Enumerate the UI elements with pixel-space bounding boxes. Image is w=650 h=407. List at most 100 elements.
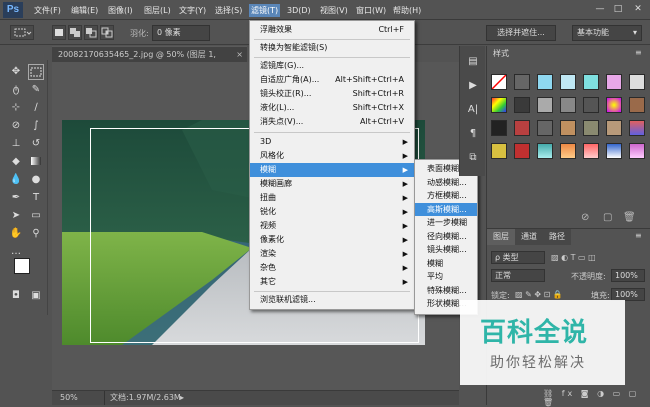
menu-edit[interactable]: 编辑(E) bbox=[69, 4, 100, 17]
style-swatch[interactable] bbox=[560, 120, 576, 136]
style-swatch[interactable] bbox=[629, 74, 645, 90]
select-and-mask-button[interactable]: 选择并遮住... bbox=[486, 25, 556, 41]
style-swatch[interactable] bbox=[514, 120, 530, 136]
style-swatch[interactable] bbox=[560, 97, 576, 113]
style-swatch[interactable] bbox=[583, 97, 599, 113]
blur-tool-icon[interactable]: 💧 bbox=[8, 172, 24, 188]
minimize-button[interactable]: — bbox=[592, 3, 608, 16]
menu-view[interactable]: 视图(V) bbox=[318, 4, 350, 17]
history-panel-icon[interactable]: ▤ bbox=[465, 54, 481, 70]
filter-item-stylize[interactable]: 风格化 ▶ bbox=[250, 149, 414, 163]
blur-item-motion[interactable]: 动感模糊... bbox=[415, 176, 477, 190]
blur-item-gaussian[interactable]: 高斯模糊... bbox=[415, 202, 477, 216]
quick-mask-icon[interactable]: ◘ bbox=[8, 288, 24, 304]
history-brush-icon[interactable]: ↺ bbox=[28, 136, 44, 152]
menu-image[interactable]: 图像(I) bbox=[106, 4, 135, 17]
shape-tool-icon[interactable]: ▭ bbox=[28, 208, 44, 224]
layer-footer-icons[interactable]: ⛓ fx ◙ ◑ ▭ ▢ 🗑 bbox=[543, 389, 650, 407]
style-swatch[interactable] bbox=[491, 120, 507, 136]
move-tool-icon[interactable]: ✥ bbox=[8, 64, 24, 80]
filter-item-other[interactable]: 其它 ▶ bbox=[250, 275, 414, 289]
filter-item-adaptive-wide[interactable]: 自适应广角(A)... Alt+Shift+Ctrl+A bbox=[250, 73, 414, 87]
panel-menu-icon[interactable]: ≡ bbox=[635, 231, 642, 240]
lock-icons[interactable]: ▨ ✎ ✥ ⊡ 🔒 bbox=[515, 290, 563, 299]
close-tab-icon[interactable]: × bbox=[236, 47, 243, 63]
character-panel-icon[interactable]: A| bbox=[465, 102, 481, 118]
style-swatch[interactable] bbox=[583, 143, 599, 159]
blur-item-average[interactable]: 平均 bbox=[415, 270, 477, 284]
style-swatch[interactable] bbox=[537, 143, 553, 159]
tab-paths[interactable]: 路径 bbox=[543, 229, 571, 245]
filter-item-vanishing-point[interactable]: 消失点(V)... Alt+Ctrl+V bbox=[250, 115, 414, 129]
filter-item-lens-correction[interactable]: 镜头校正(R)... Shift+Ctrl+R bbox=[250, 87, 414, 101]
marquee-tool-icon[interactable] bbox=[28, 64, 44, 80]
eraser-tool-icon[interactable]: ◆ bbox=[8, 154, 24, 170]
hand-tool-icon[interactable]: ✋ bbox=[8, 226, 24, 242]
style-swatch[interactable] bbox=[583, 120, 599, 136]
style-swatch[interactable] bbox=[537, 74, 553, 90]
foreground-color-swatch[interactable] bbox=[14, 258, 30, 274]
blur-item-more[interactable]: 进一步模糊 bbox=[415, 216, 477, 230]
layer-kind-filter[interactable]: ρ 类型 bbox=[491, 251, 545, 264]
style-swatch[interactable] bbox=[491, 143, 507, 159]
workspace-select[interactable]: 基本功能 ▾ bbox=[572, 25, 642, 41]
menu-help[interactable]: 帮助(H) bbox=[391, 4, 423, 17]
menu-3d[interactable]: 3D(D) bbox=[285, 4, 313, 17]
filter-item-gallery[interactable]: 滤镜库(G)... bbox=[250, 59, 414, 73]
brush-tool-icon[interactable]: ∫ bbox=[28, 118, 44, 134]
menu-type[interactable]: 文字(Y) bbox=[177, 4, 208, 17]
crop-tool-icon[interactable]: ⊹ bbox=[8, 100, 24, 116]
blur-item-box[interactable]: 方框模糊... bbox=[415, 189, 477, 203]
filter-item-3d[interactable]: 3D ▶ bbox=[250, 135, 414, 149]
healing-brush-icon[interactable]: ⊘ bbox=[8, 118, 24, 134]
path-select-icon[interactable]: ➤ bbox=[8, 208, 24, 224]
filter-item-video[interactable]: 视频 ▶ bbox=[250, 219, 414, 233]
filter-item-distort[interactable]: 扭曲 ▶ bbox=[250, 191, 414, 205]
menu-window[interactable]: 窗口(W) bbox=[354, 4, 388, 17]
filter-item-emboss[interactable]: 浮雕效果 Ctrl+F bbox=[250, 23, 414, 37]
pen-tool-icon[interactable]: ✒ bbox=[8, 190, 24, 206]
style-swatch[interactable] bbox=[537, 97, 553, 113]
style-swatch[interactable] bbox=[491, 74, 507, 90]
clone-source-icon[interactable]: ⧉ bbox=[465, 150, 481, 166]
filter-item-noise[interactable]: 杂色 ▶ bbox=[250, 261, 414, 275]
layer-filter-icons[interactable]: ▨ ◐ T ▭ ◫ bbox=[551, 253, 596, 262]
filter-item-pixelate[interactable]: 像素化 ▶ bbox=[250, 233, 414, 247]
type-tool-icon[interactable]: T bbox=[28, 190, 44, 206]
document-tab[interactable]: 20082170635465_2.jpg @ 50% (图层 1, RGB/8#… bbox=[52, 46, 247, 75]
menu-layer[interactable]: 图层(L) bbox=[142, 4, 173, 17]
style-swatch[interactable] bbox=[514, 97, 530, 113]
dodge-tool-icon[interactable]: ● bbox=[28, 172, 44, 188]
subtract-selection-icon[interactable] bbox=[84, 25, 98, 40]
menu-file[interactable]: 文件(F) bbox=[32, 4, 63, 17]
filter-item-smart-filter[interactable]: 转换为智能滤镜(S) bbox=[250, 41, 414, 55]
screen-mode-icon[interactable]: ▣ bbox=[28, 288, 44, 304]
style-swatch[interactable] bbox=[629, 143, 645, 159]
new-style-icon[interactable]: ▢ bbox=[603, 212, 612, 223]
filter-item-blur[interactable]: 模糊 ▶ bbox=[250, 163, 414, 177]
filter-item-render[interactable]: 渲染 ▶ bbox=[250, 247, 414, 261]
lasso-tool-icon[interactable]: ტ bbox=[8, 82, 24, 98]
style-swatch[interactable] bbox=[514, 74, 530, 90]
paragraph-panel-icon[interactable]: ¶ bbox=[465, 126, 481, 142]
maximize-button[interactable]: □ bbox=[610, 3, 626, 16]
gradient-tool-icon[interactable] bbox=[28, 154, 44, 170]
marquee-preset-picker[interactable] bbox=[10, 25, 34, 40]
blur-item-smart[interactable]: 特殊模糊... bbox=[415, 284, 477, 298]
new-selection-icon[interactable] bbox=[52, 25, 66, 40]
close-window-button[interactable]: ✕ bbox=[630, 3, 646, 16]
style-swatch[interactable] bbox=[491, 97, 507, 113]
clone-stamp-icon[interactable]: ⊥ bbox=[8, 136, 24, 152]
clear-style-icon[interactable]: ⊘ bbox=[581, 212, 589, 223]
panel-menu-icon[interactable]: ≡ bbox=[635, 48, 642, 57]
blur-item-radial[interactable]: 径向模糊... bbox=[415, 230, 477, 244]
style-swatch[interactable] bbox=[514, 143, 530, 159]
style-swatch[interactable] bbox=[560, 143, 576, 159]
tab-channels[interactable]: 通道 bbox=[515, 229, 543, 245]
style-swatch[interactable] bbox=[560, 74, 576, 90]
style-swatch[interactable] bbox=[606, 74, 622, 90]
filter-item-liquify[interactable]: 液化(L)... Shift+Ctrl+X bbox=[250, 101, 414, 115]
actions-play-icon[interactable]: ▶ bbox=[465, 78, 481, 94]
style-swatch[interactable] bbox=[606, 143, 622, 159]
style-swatch[interactable] bbox=[606, 97, 622, 113]
